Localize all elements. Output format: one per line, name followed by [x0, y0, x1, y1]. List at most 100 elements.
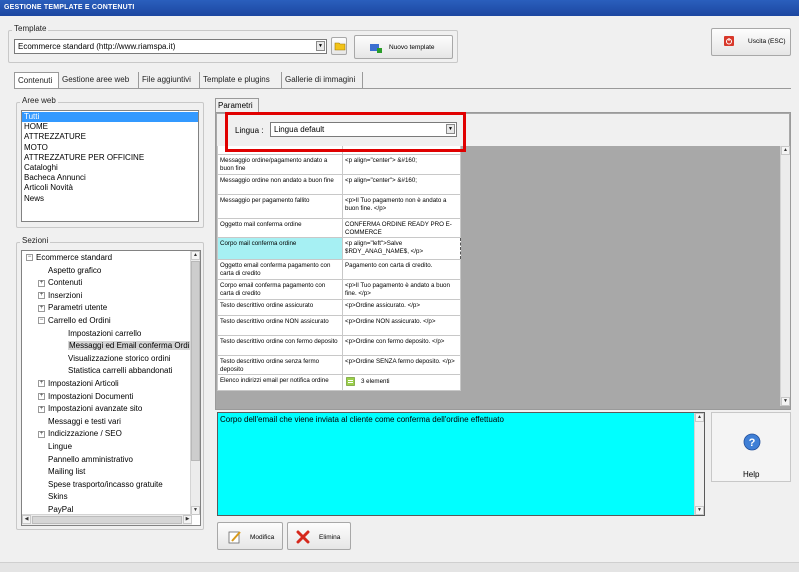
new-template-icon [370, 44, 382, 53]
grid-value-cell[interactable]: <p align="left">Salve $RDY_ANAG_NAME$, <… [342, 237, 461, 260]
table-row[interactable]: Corpo email conferma pagamento con carta… [217, 279, 461, 300]
table-row[interactable]: Corpo mail conferma ordine <p align="left… [217, 237, 461, 260]
tree-item[interactable]: − Carrello ed Ordini [22, 315, 190, 328]
aree-web-item[interactable]: HOME [22, 122, 198, 132]
expand-icon[interactable]: + [38, 292, 45, 300]
table-row[interactable]: Testo descrittivo ordine con fermo depos… [217, 335, 461, 356]
grid-value-cell[interactable]: <p>Il Tuo pagamento è andato a buon fine… [342, 279, 461, 300]
scroll-right-icon[interactable]: ▶ [183, 515, 192, 524]
folder-icon [334, 42, 346, 51]
scroll-thumb[interactable] [191, 261, 200, 461]
aree-web-item[interactable]: ATTREZZATURE [22, 132, 198, 142]
tree-item[interactable]: + Parametri utente [22, 302, 190, 315]
grid-scroll-down-icon[interactable]: ▼ [781, 397, 790, 406]
description-scroll-up-icon[interactable]: ▲ [695, 413, 704, 422]
tree-item[interactable]: + Impostazioni Documenti [22, 391, 190, 404]
scroll-left-icon[interactable]: ◀ [22, 515, 31, 524]
tab-template-plugins[interactable]: Template e plugins [200, 72, 282, 88]
description-scroll-down-icon[interactable]: ▼ [695, 506, 704, 515]
chevron-down-icon[interactable]: ▼ [316, 41, 325, 51]
tree-item[interactable]: Skins [22, 491, 190, 504]
tree-item[interactable]: Visualizzazione storico ordini [22, 353, 190, 366]
grid-name-cell: Corpo email conferma pagamento con carta… [217, 279, 343, 300]
collapse-icon[interactable]: − [26, 254, 33, 262]
tree-vertical-scrollbar[interactable]: ▲ ▼ [190, 251, 200, 515]
aree-web-list[interactable]: Tutti HOME ATTREZZATURE MOTO ATTREZZATURE PE… [21, 110, 199, 222]
grid-value-cell[interactable]: Pagamento con carta di credito. [342, 259, 461, 280]
table-row[interactable]: Oggetto mail conferma ordine CONFERMA ORD… [217, 218, 461, 238]
table-row[interactable]: Messaggio ordine/pagamento andato a buon… [217, 154, 461, 175]
grid-value-cell[interactable]: <p>Ordine assicurato. </p> [342, 299, 461, 316]
scroll-down-icon[interactable]: ▼ [191, 506, 200, 515]
grid-vertical-scrollbar[interactable]: ▲ ▼ [780, 146, 790, 406]
new-template-button[interactable]: Nuovo template [354, 35, 453, 59]
collapse-icon[interactable]: − [38, 317, 45, 325]
open-folder-button[interactable] [331, 37, 347, 55]
tree-item[interactable]: + Impostazioni avanzate sito [22, 403, 190, 416]
scroll-up-icon[interactable]: ▲ [191, 251, 200, 260]
grid-value-cell[interactable]: <p>Ordine NON assicurato. </p> [342, 315, 461, 336]
tree-item[interactable]: Messaggi ed Email conferma Ordini [22, 340, 190, 353]
grid-value-cell[interactable]: CONFERMA ORDINE READY PRO E-COMMERCE [342, 218, 461, 238]
tree-item[interactable]: Messaggi e testi vari [22, 416, 190, 429]
aree-web-item[interactable]: Cataloghi [22, 163, 198, 173]
description-box[interactable]: Corpo dell'email che viene inviata al cl… [217, 412, 705, 516]
tree-item[interactable]: Lingue [22, 441, 190, 454]
lingua-select[interactable]: Lingua default ▼ [270, 122, 457, 137]
tree-item[interactable]: Spese trasporto/incasso gratuite [22, 479, 190, 492]
tree-horizontal-scrollbar[interactable]: ◀ ▶ [22, 514, 192, 525]
tree-item[interactable]: + Inserzioni [22, 290, 190, 303]
tree-item[interactable]: Statistica carrelli abbandonati [22, 365, 190, 378]
aree-web-item[interactable]: News [22, 194, 198, 204]
grid-value-cell[interactable]: 3 elementi [342, 374, 461, 391]
expand-icon[interactable]: + [38, 430, 45, 438]
tab-gestione-aree-web[interactable]: Gestione aree web [59, 72, 139, 88]
tree-item[interactable]: Pannello amministrativo [22, 454, 190, 467]
table-row[interactable]: Elenco indirizzi email per notifica ordi… [217, 374, 461, 391]
table-row[interactable]: Oggetto email conferma pagamento con car… [217, 259, 461, 280]
aree-web-item[interactable]: Articoli Novità [22, 183, 198, 193]
tab-gallerie-immagini[interactable]: Gallerie di immagini [282, 72, 363, 88]
tab-parametri[interactable]: Parametri [215, 98, 259, 112]
table-row[interactable]: Messaggio ordine non andato a buon fine <… [217, 174, 461, 195]
grid-value-cell[interactable]: <p align="center"> &#160; [342, 174, 461, 195]
lingua-chevron-down-icon[interactable]: ▼ [446, 124, 455, 134]
tree-item[interactable]: + Indicizzazione / SEO [22, 428, 190, 441]
exit-button[interactable]: Uscita (ESC) [711, 28, 791, 56]
template-select[interactable]: Ecommerce standard (http://www.riamspa.i… [14, 39, 327, 54]
help-button[interactable]: ? Help [711, 412, 791, 482]
description-scrollbar[interactable]: ▲ ▼ [694, 413, 704, 515]
elimina-button[interactable]: Elimina [287, 522, 351, 550]
tree-item[interactable]: Mailing list [22, 466, 190, 479]
table-row[interactable]: Testo descrittivo ordine assicurato <p>Or… [217, 299, 461, 316]
grid-value-cell[interactable]: <p align="center"> &#160; [342, 154, 461, 175]
grid-value-cell[interactable]: <p>Il Tuo pagamento non è andato a buon … [342, 194, 461, 219]
aree-web-item[interactable]: MOTO [22, 143, 198, 153]
modifica-button[interactable]: Modifica [217, 522, 283, 550]
expand-icon[interactable]: + [38, 279, 45, 287]
parametri-grid[interactable]: Messaggio ordine/pagamento andato a buon… [217, 145, 461, 391]
tree-item[interactable]: Impostazioni carrello [22, 328, 190, 341]
table-row[interactable]: Messaggio per pagamento fallito <p>Il Tuo… [217, 194, 461, 219]
expand-icon[interactable]: + [38, 405, 45, 413]
tab-file-aggiuntivi[interactable]: File aggiuntivi [139, 72, 200, 88]
expand-icon[interactable]: + [38, 380, 45, 388]
aree-web-item[interactable]: Tutti [22, 112, 198, 123]
tree-item[interactable]: + Impostazioni Articoli [22, 378, 190, 391]
grid-scroll-up-icon[interactable]: ▲ [781, 146, 790, 155]
sezioni-tree-items: − Ecommerce standard Aspetto grafico + Conte… [22, 252, 190, 516]
tab-contenuti[interactable]: Contenuti [14, 72, 59, 88]
tree-item[interactable]: Aspetto grafico [22, 265, 190, 278]
expand-icon[interactable]: + [38, 304, 45, 312]
grid-value-cell[interactable]: <p>Ordine SENZA fermo deposito. </p> [342, 355, 461, 375]
aree-web-item[interactable]: ATTREZZATURE PER OFFICINE [22, 153, 198, 163]
tree-item[interactable]: − Ecommerce standard [22, 252, 190, 265]
tree-item[interactable]: + Contenuti [22, 277, 190, 290]
expand-icon[interactable]: + [38, 392, 45, 400]
h-scroll-thumb[interactable] [32, 516, 182, 524]
aree-web-item[interactable]: Bacheca Annunci [22, 173, 198, 183]
table-row[interactable]: Testo descrittivo ordine senza fermo dep… [217, 355, 461, 375]
table-row[interactable]: Testo descrittivo ordine NON assicurato <… [217, 315, 461, 336]
grid-value-cell[interactable]: <p>Ordine con fermo deposito. </p> [342, 335, 461, 356]
sezioni-tree[interactable]: − Ecommerce standard Aspetto grafico + Conte… [21, 250, 201, 526]
